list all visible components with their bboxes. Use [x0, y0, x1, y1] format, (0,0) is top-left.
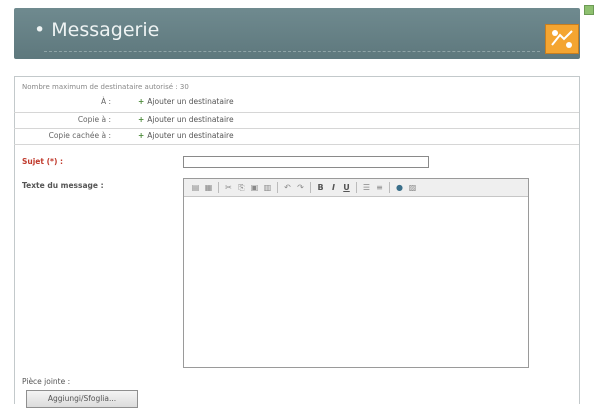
toolbar-separator [389, 182, 390, 193]
plus-icon: + [138, 131, 145, 140]
underline-button[interactable]: U [341, 182, 352, 193]
editor-toolbar: ▤ ▦ ✂ ⎘ ▣ ▥ ↶ ↷ B I U ☰ ≡ ● ▨ [184, 179, 528, 197]
bcc-label: Copie cachée à : [48, 131, 111, 140]
copy-icon[interactable]: ⎘ [236, 182, 247, 193]
to-label: À : [100, 97, 111, 106]
browse-button[interactable]: Aggiungi/Sfoglia... [26, 390, 138, 408]
add-recipient-bcc-link[interactable]: + Ajouter un destinataire [138, 131, 234, 140]
attachment-label: Pièce jointe : [22, 377, 71, 386]
max-recipients-note: Nombre maximum de destinataire autorisé … [22, 83, 189, 91]
numbered-list-icon[interactable]: ☰ [361, 182, 372, 193]
link-icon[interactable]: ● [394, 182, 405, 193]
add-recipient-label: Ajouter un destinataire [147, 131, 234, 140]
header-divider [44, 51, 540, 52]
subject-input[interactable] [183, 156, 429, 168]
row-divider [14, 144, 579, 146]
italic-button[interactable]: I [328, 182, 339, 193]
toolbar-separator [218, 182, 219, 193]
cut-icon[interactable]: ✂ [223, 182, 234, 193]
add-recipient-cc-link[interactable]: + Ajouter un destinataire [138, 115, 234, 124]
subject-label: Sujet (*) : [22, 157, 63, 166]
corner-status-icon[interactable] [584, 5, 594, 15]
toolbar-separator [310, 182, 311, 193]
message-editor[interactable]: ▤ ▦ ✂ ⎘ ▣ ▥ ↶ ↷ B I U ☰ ≡ ● ▨ [183, 178, 529, 368]
add-recipient-label: Ajouter un destinataire [147, 97, 234, 106]
add-recipient-to-link[interactable]: + Ajouter un destinataire [138, 97, 234, 106]
bullet-list-icon[interactable]: ≡ [374, 182, 385, 193]
bold-button[interactable]: B [315, 182, 326, 193]
image-icon[interactable]: ▨ [407, 182, 418, 193]
messaging-logo-icon [545, 24, 579, 54]
cc-label: Copie à : [77, 115, 111, 124]
undo-icon[interactable]: ↶ [282, 182, 293, 193]
redo-icon[interactable]: ↷ [295, 182, 306, 193]
toolbar-separator [356, 182, 357, 193]
plus-icon: + [138, 115, 145, 124]
add-recipient-label: Ajouter un destinataire [147, 115, 234, 124]
page-title: • Messagerie [34, 19, 160, 41]
recipient-row-to: À : + Ajouter un destinataire [14, 95, 579, 109]
preview-icon[interactable]: ▦ [203, 182, 214, 193]
recipient-row-bcc: Copie cachée à : + Ajouter un destinatair… [14, 128, 579, 143]
message-body-label: Texte du message : [22, 181, 104, 190]
paste-icon[interactable]: ▣ [249, 182, 260, 193]
toolbar-separator [277, 182, 278, 193]
source-icon[interactable]: ▤ [190, 182, 201, 193]
recipient-row-cc: Copie à : + Ajouter un destinataire [14, 112, 579, 127]
plus-icon: + [138, 97, 145, 106]
page-header: • Messagerie [14, 8, 580, 59]
paste-text-icon[interactable]: ▥ [262, 182, 273, 193]
